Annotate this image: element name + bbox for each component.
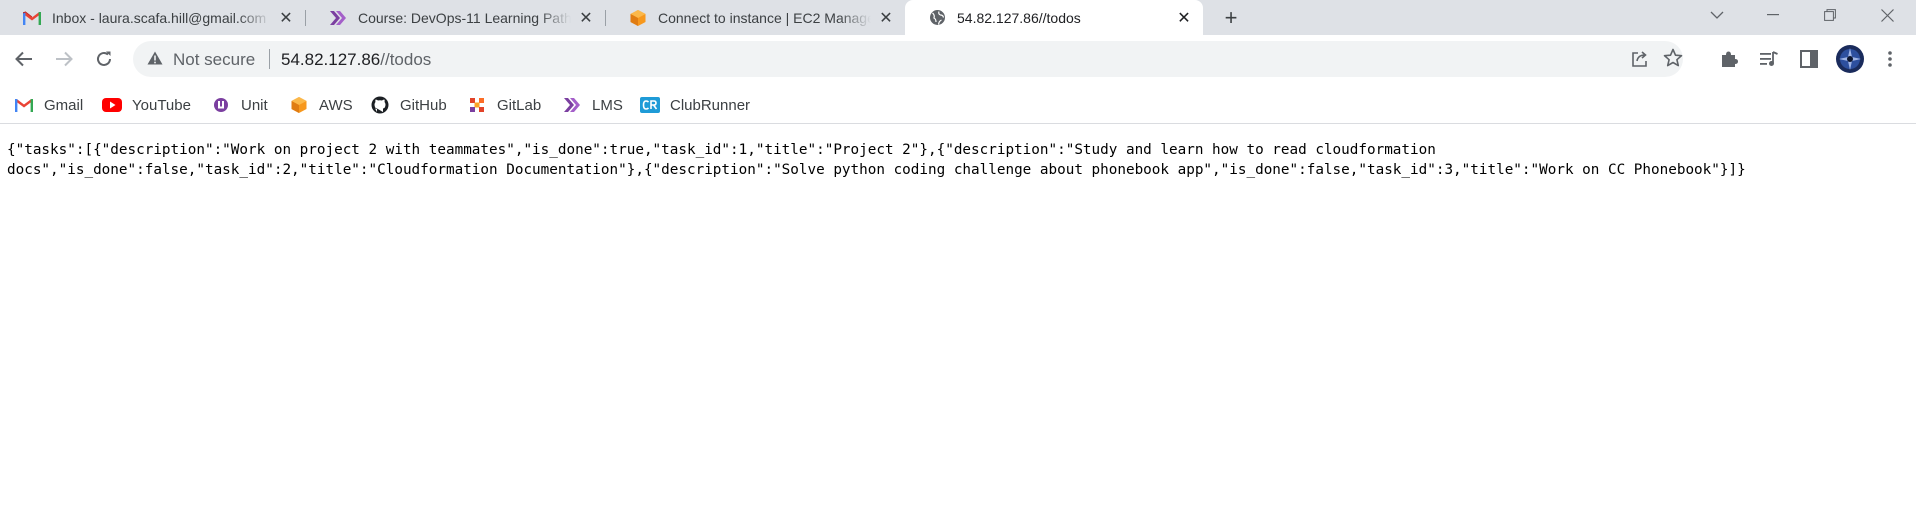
bookmark-lms[interactable]: LMS <box>562 93 623 117</box>
url-path: //todos <box>380 50 432 69</box>
gmail-icon <box>22 8 42 28</box>
youtube-icon <box>102 95 122 115</box>
tab-title: Course: DevOps-11 Learning Path <box>358 9 571 26</box>
extensions-icon[interactable] <box>1717 47 1741 71</box>
url-text[interactable]: 54.82.127.86//todos <box>281 50 431 70</box>
avatar[interactable] <box>1835 44 1865 74</box>
back-button[interactable] <box>10 45 38 73</box>
bookmarks-bar: Gmail YouTube Unit AWS GitHub GitLab LMS… <box>0 87 1916 124</box>
bookmark-label: AWS <box>319 96 353 114</box>
tab-title: Inbox - laura.scafa.hill@gmail.com <box>52 9 267 26</box>
bookmark-gmail[interactable]: Gmail <box>14 93 83 117</box>
bookmark-label: Gmail <box>44 96 84 114</box>
tab-gmail[interactable]: Inbox - laura.scafa.hill@gmail.com ✕ <box>0 0 305 35</box>
gitlab-icon <box>467 95 487 115</box>
share-icon[interactable] <box>1630 49 1650 74</box>
tab-ec2-console[interactable]: Connect to instance | EC2 Management Con… <box>606 0 905 35</box>
bookmark-youtube[interactable]: YouTube <box>102 93 191 117</box>
bookmark-unit[interactable]: Unit <box>211 93 268 117</box>
tab-strip: Inbox - laura.scafa.hill@gmail.com ✕ Cou… <box>0 0 1916 35</box>
bookmark-label: GitHub <box>400 96 447 114</box>
bookmark-aws[interactable]: AWS <box>289 93 353 117</box>
clubrunner-icon <box>640 95 660 115</box>
address-bar[interactable]: Not secure 54.82.127.86//todos <box>133 41 1683 77</box>
bookmark-star-icon[interactable] <box>1663 48 1683 73</box>
json-response-body: {"tasks":[{"description":"Work on projec… <box>7 142 1746 178</box>
url-host: 54.82.127.86 <box>281 50 381 69</box>
tab-title: 54.82.127.86//todos <box>957 9 1081 26</box>
close-icon[interactable]: ✕ <box>1175 9 1193 27</box>
gmail-icon <box>14 95 34 115</box>
bookmark-label: ClubRunner <box>670 96 751 114</box>
new-tab-button[interactable]: + <box>1218 5 1244 31</box>
bookmark-label: GitLab <box>497 96 542 114</box>
bookmark-clubrunner[interactable]: ClubRunner <box>640 93 750 117</box>
globe-icon <box>927 8 947 28</box>
lms-icon <box>328 8 348 28</box>
bookmark-label: YouTube <box>132 96 191 114</box>
tab-title: Connect to instance | EC2 Management Con… <box>658 9 871 26</box>
tab-search-icon[interactable] <box>1692 0 1742 30</box>
minimize-button[interactable] <box>1748 0 1798 30</box>
aws-icon <box>628 8 648 28</box>
close-icon[interactable]: ✕ <box>577 9 595 27</box>
github-icon <box>370 95 390 115</box>
forward-button[interactable] <box>50 45 78 73</box>
bookmark-gitlab[interactable]: GitLab <box>467 93 541 117</box>
unit-icon <box>211 95 231 115</box>
security-label[interactable]: Not secure <box>173 50 255 70</box>
close-window-button[interactable] <box>1862 0 1912 30</box>
aws-icon <box>289 95 309 115</box>
media-control-icon[interactable] <box>1757 47 1781 71</box>
close-icon[interactable]: ✕ <box>277 9 295 27</box>
kebab-menu-icon[interactable] <box>1878 47 1902 71</box>
reload-button[interactable] <box>90 45 118 73</box>
browser-toolbar: Not secure 54.82.127.86//todos <box>0 35 1916 87</box>
bookmark-label: Unit <box>241 96 268 114</box>
lms-icon <box>562 95 582 115</box>
side-panel-icon[interactable] <box>1797 47 1821 71</box>
tab-devops-course[interactable]: Course: DevOps-11 Learning Path ✕ <box>306 0 605 35</box>
restore-button[interactable] <box>1805 0 1855 30</box>
tab-todos[interactable]: 54.82.127.86//todos ✕ <box>905 0 1203 35</box>
warning-icon[interactable] <box>147 51 163 70</box>
close-icon[interactable]: ✕ <box>877 9 895 27</box>
address-divider <box>269 49 270 69</box>
bookmark-github[interactable]: GitHub <box>370 93 447 117</box>
bookmark-label: LMS <box>592 96 623 114</box>
